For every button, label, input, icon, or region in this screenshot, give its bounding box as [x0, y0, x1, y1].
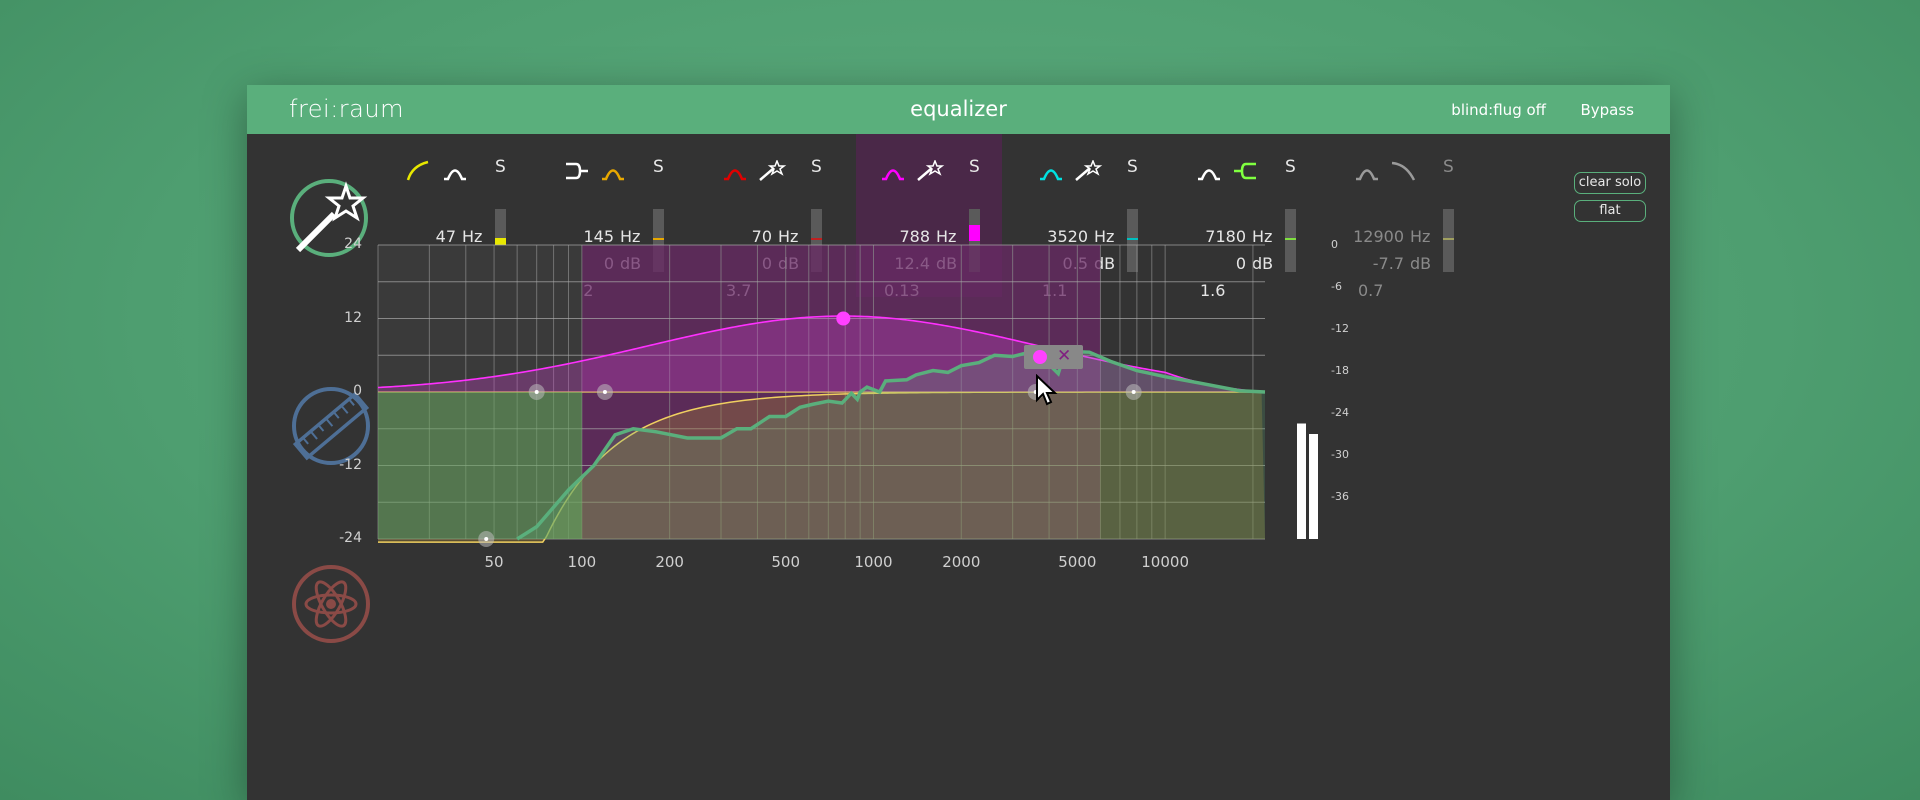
x-tick-label: 500: [771, 553, 801, 571]
output-meter-bar: [1297, 423, 1306, 539]
meter-tick-label: -6: [1331, 280, 1342, 293]
band-handle-center: [484, 537, 489, 541]
mouse-cursor-icon: [1036, 374, 1058, 406]
x-tick-label: 200: [655, 553, 684, 571]
plugin-window: frei:raum equalizer blind:flug off Bypas…: [247, 85, 1670, 800]
x-tick-label: 100: [567, 553, 597, 571]
meter-tick-label: -36: [1331, 490, 1349, 503]
y-tick-label: 12: [344, 309, 362, 326]
band-handle-center: [602, 390, 607, 394]
meter-tick-label: 0: [1331, 238, 1338, 251]
meter-tick-label: -18: [1331, 364, 1349, 377]
x-tick-label: 50: [484, 553, 504, 571]
x-tick-label: 2000: [942, 553, 981, 571]
x-tick-label: 5000: [1058, 553, 1097, 571]
meter-tick-label: -24: [1331, 406, 1349, 419]
meter-tick-label: -30: [1331, 448, 1349, 461]
y-tick-label: 0: [353, 383, 362, 399]
band-popup[interactable]: ✕: [1024, 345, 1083, 369]
y-tick-label: 24: [344, 236, 362, 252]
x-tick-label: 10000: [1141, 553, 1189, 571]
eq-graph[interactable]: [247, 85, 1670, 800]
band-handle-center: [1131, 390, 1136, 394]
x-tick-label: 1000: [854, 553, 893, 571]
output-meter-bar: [1309, 434, 1318, 539]
band-enable-icon[interactable]: [1033, 350, 1047, 364]
active-band-handle[interactable]: [836, 311, 851, 326]
band-handle-center: [534, 390, 539, 394]
y-tick-label: -24: [339, 530, 362, 546]
band-delete-icon[interactable]: ✕: [1057, 346, 1071, 366]
y-tick-label: -12: [339, 456, 362, 473]
meter-tick-label: -12: [1331, 322, 1349, 335]
